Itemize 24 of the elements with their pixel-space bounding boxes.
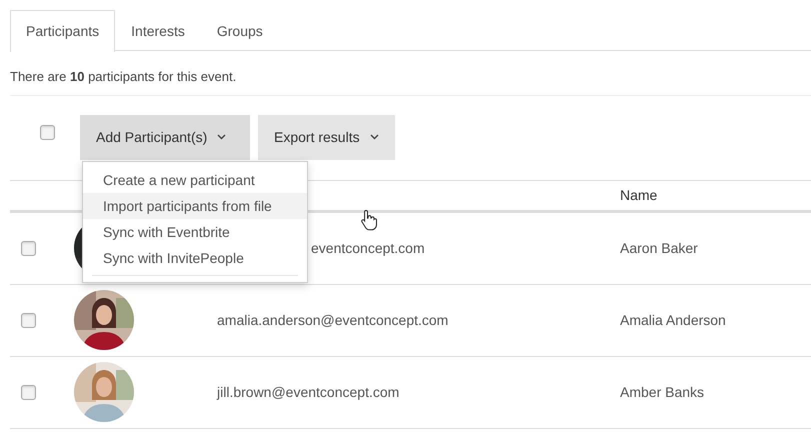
email-text: jill.brown@eventconcept.com	[217, 382, 400, 402]
dropdown-button[interactable]: Export results	[258, 114, 395, 160]
name-text: Amalia Anderson	[620, 310, 726, 330]
email-text: eventconcept.com	[311, 238, 425, 258]
tab[interactable]: Participants	[10, 10, 116, 52]
menu-item[interactable]: Create a new participant	[83, 166, 307, 192]
column-header: Name	[620, 186, 658, 204]
menu-item[interactable]: Sync with InvitePeople	[83, 244, 307, 270]
name-text: Aaron Baker	[620, 238, 698, 258]
menu-item[interactable]: Import participants from file	[83, 192, 307, 218]
hand-cursor-icon	[361, 208, 377, 230]
email-text: amalia.anderson@eventconcept.com	[217, 310, 448, 330]
row-checkbox[interactable]	[21, 240, 36, 256]
name-text: Amber Banks	[620, 382, 704, 402]
chevron-down-icon	[370, 134, 379, 140]
tab[interactable]: Interests	[115, 10, 201, 51]
dropdown-button[interactable]: Add Participant(s)	[80, 114, 250, 160]
menu-item[interactable]: Sync with Eventbrite	[83, 218, 307, 244]
tab[interactable]: Groups	[200, 10, 279, 51]
participant-count-text: There are 10 participants for this event.	[10, 67, 811, 96]
select-all-checkbox[interactable]	[40, 124, 55, 140]
row-checkbox[interactable]	[21, 384, 36, 400]
row-checkbox[interactable]	[21, 312, 36, 328]
chevron-down-icon	[217, 134, 226, 140]
